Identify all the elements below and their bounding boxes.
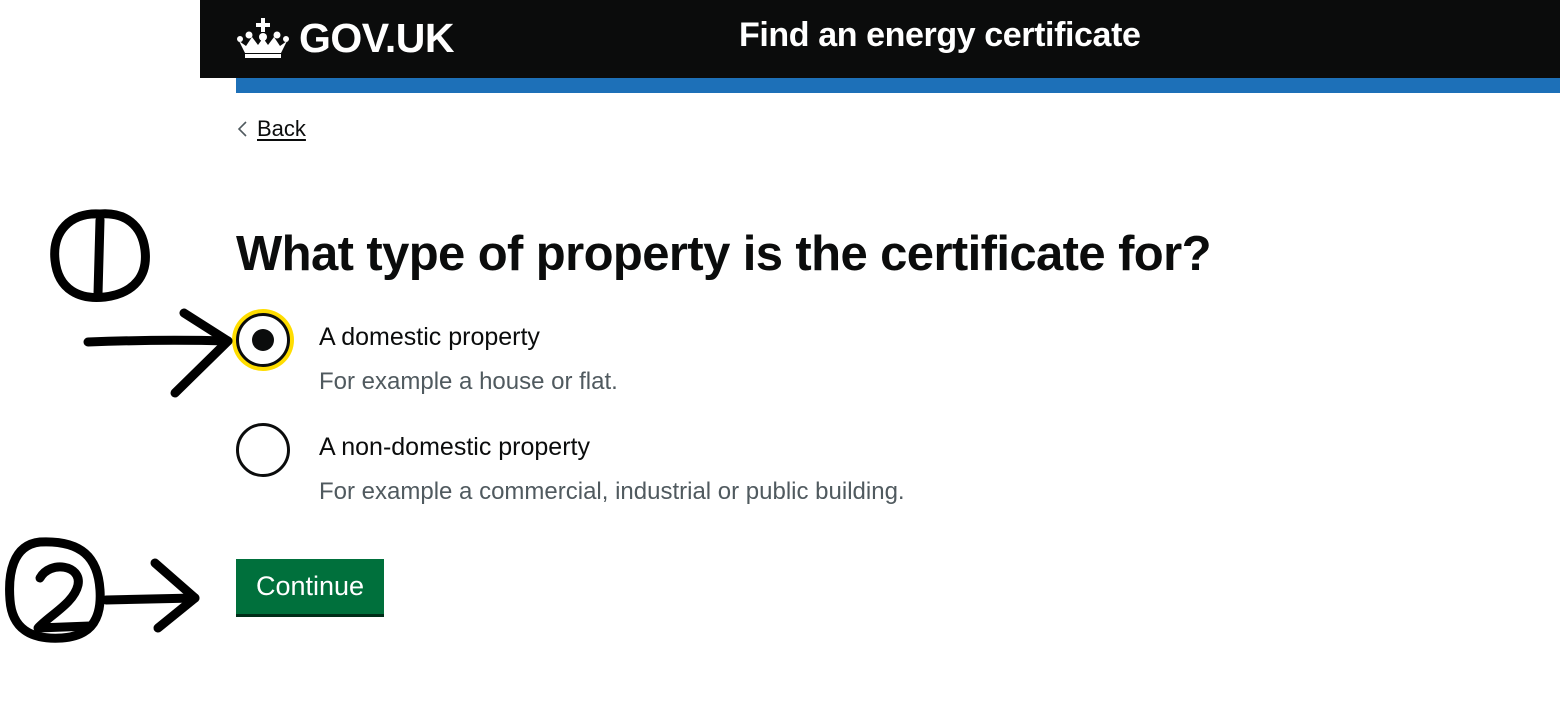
header-accent-bar — [236, 78, 1560, 93]
radio-selected-dot — [252, 329, 274, 351]
hand-drawn-arrow-icon — [101, 558, 200, 633]
govuk-logo-text: GOV.UK — [299, 14, 454, 61]
radio-hint-domestic: For example a house or flat. — [319, 368, 618, 395]
back-link-label[interactable]: Back — [257, 116, 306, 142]
hand-drawn-arrow-icon — [83, 308, 233, 398]
radio-button-non-domestic[interactable] — [236, 423, 290, 477]
circled-number-2-icon — [5, 537, 105, 643]
page-question-heading: What type of property is the certificate… — [236, 227, 1212, 281]
hand-drawn-annotations — [5, 209, 233, 643]
radio-label-non-domestic[interactable]: A non-domestic property — [319, 433, 590, 462]
back-link[interactable]: Back — [236, 116, 306, 142]
circled-number-1-icon — [50, 209, 150, 303]
continue-button[interactable]: Continue — [236, 559, 384, 614]
chevron-left-icon — [237, 121, 247, 137]
service-name[interactable]: Find an energy certificate — [739, 16, 1141, 55]
govuk-logo-link[interactable]: GOV.UK — [236, 14, 454, 62]
radio-button-domestic[interactable] — [236, 313, 290, 367]
radio-hint-non-domestic: For example a commercial, industrial or … — [319, 478, 905, 505]
radio-label-domestic[interactable]: A domestic property — [319, 323, 540, 352]
crown-icon — [236, 17, 290, 59]
